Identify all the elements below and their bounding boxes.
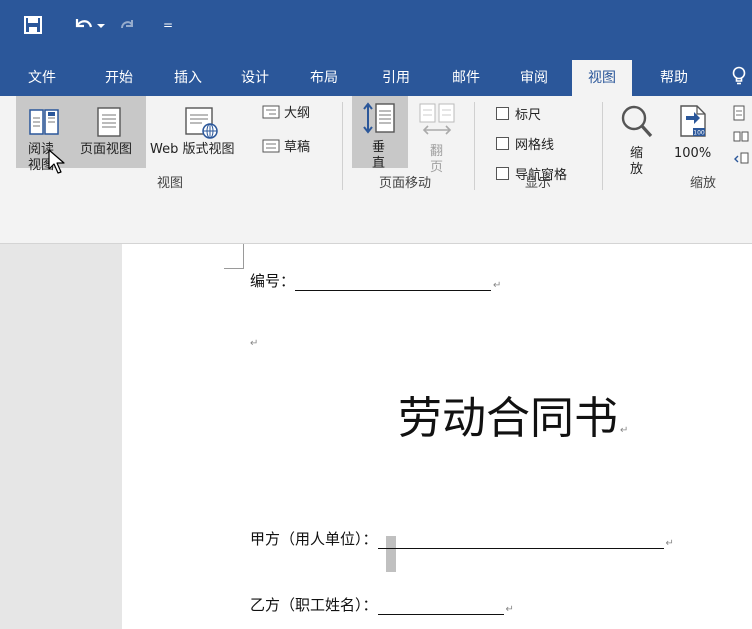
- tab-file[interactable]: 文件: [20, 60, 64, 96]
- lightbulb-icon[interactable]: [730, 66, 750, 86]
- gridlines-checkbox[interactable]: 网格线: [496, 134, 554, 153]
- zoom-button[interactable]: 缩 放: [612, 100, 662, 177]
- web-layout-icon: [185, 107, 218, 139]
- side-to-side-icon: [419, 103, 455, 135]
- zoom-label-2: 放: [630, 162, 644, 177]
- title-text: 劳动合同书: [398, 393, 618, 444]
- group-separator: [602, 102, 603, 190]
- tab-insert[interactable]: 插入: [164, 60, 212, 96]
- paragraph-mark: ↵: [665, 538, 674, 549]
- gridlines-label: 网格线: [515, 138, 555, 153]
- web-layout-label: Web 版式视图: [150, 142, 235, 157]
- tab-help[interactable]: 帮助: [648, 60, 700, 96]
- outline-label: 大纲: [284, 106, 311, 121]
- zoom-label-1: 缩: [630, 146, 644, 161]
- vertical-scroll-icon: [363, 102, 395, 134]
- ribbon-tabs: 文件 开始 插入 设计 布局 引用 邮件 审阅 视图 帮助: [0, 52, 752, 96]
- margin-corner-mark: [224, 268, 244, 269]
- vertical-button[interactable]: 垂 直: [352, 96, 408, 171]
- page-icon: [97, 107, 121, 137]
- outline-button[interactable]: 大纲: [262, 102, 310, 121]
- tab-home[interactable]: 开始: [94, 60, 144, 96]
- svg-text:100: 100: [693, 130, 705, 137]
- redo-icon[interactable]: [116, 14, 138, 36]
- show-group-label: 显示: [525, 176, 552, 191]
- quick-access-toolbar: =: [0, 0, 752, 52]
- party-b-blank[interactable]: [377, 597, 504, 615]
- party-a-blank[interactable]: [377, 531, 664, 549]
- draft-label: 草稿: [284, 140, 311, 155]
- tab-references[interactable]: 引用: [372, 60, 420, 96]
- side-label-2: 页: [430, 160, 444, 175]
- tab-design[interactable]: 设计: [232, 60, 278, 96]
- party-a-label: 甲方（用人单位）：: [250, 530, 378, 548]
- empty-paragraph: ↵: [248, 338, 258, 349]
- multiple-pages-icon: [733, 105, 749, 164]
- ruler-label: 标尺: [515, 108, 542, 123]
- party-b-label: 乙方（职工姓名）：: [250, 596, 378, 614]
- undo-icon[interactable]: [72, 14, 106, 36]
- draft-icon: [262, 139, 280, 152]
- print-layout-button[interactable]: 页面视图: [76, 100, 146, 172]
- customize-qat-icon[interactable]: =: [160, 14, 176, 36]
- number-blank[interactable]: [295, 273, 492, 291]
- document-title[interactable]: 劳动合同书 ↵: [398, 382, 628, 446]
- checkbox-box[interactable]: [496, 107, 509, 120]
- number-label: 编号：: [250, 272, 296, 290]
- party-a-line[interactable]: 甲方（用人单位）： ↵: [250, 528, 674, 549]
- hundred-percent-button[interactable]: 100 100%: [668, 100, 716, 172]
- magnifier-icon: [621, 105, 653, 138]
- document-margin: [0, 244, 122, 629]
- save-icon[interactable]: [22, 14, 44, 36]
- paragraph-mark: ↵: [493, 280, 502, 291]
- vertical-label-1: 垂: [372, 140, 386, 155]
- tab-layout[interactable]: 布局: [300, 60, 348, 96]
- tab-mailings[interactable]: 邮件: [442, 60, 490, 96]
- group-separator: [342, 102, 343, 190]
- vertical-label-2: 直: [372, 156, 386, 171]
- views-group-label: 视图: [157, 176, 184, 191]
- checkbox-box[interactable]: [496, 137, 509, 150]
- hundred-percent-icon: 100: [680, 105, 706, 137]
- side-to-side-button: 翻 页: [412, 100, 464, 175]
- margin-corner-mark: [243, 244, 244, 268]
- paragraph-mark: ↵: [250, 338, 259, 349]
- hundred-percent-label: 100%: [674, 146, 712, 161]
- book-icon: [29, 109, 59, 135]
- mouse-pointer-icon: [48, 149, 65, 174]
- ruler-checkbox[interactable]: 标尺: [496, 104, 541, 123]
- group-separator: [474, 102, 475, 190]
- checkbox-box[interactable]: [496, 167, 509, 180]
- zoom-extra-buttons[interactable]: [722, 100, 752, 172]
- print-layout-label: 页面视图: [80, 142, 133, 157]
- web-layout-button[interactable]: Web 版式视图: [148, 100, 256, 172]
- paragraph-mark: ↵: [505, 604, 514, 615]
- ribbon-view: 阅读 视图 页面视图 Web 版式视图 大纲 草稿 视图 垂 直 翻 页 页面移…: [0, 96, 752, 244]
- paragraph-mark: ↵: [620, 425, 629, 436]
- tab-review[interactable]: 审阅: [510, 60, 558, 96]
- number-line[interactable]: 编号： ↵: [250, 270, 501, 291]
- zoom-group-label: 缩放: [690, 176, 717, 191]
- tab-view[interactable]: 视图: [572, 60, 632, 96]
- side-label-1: 翻: [430, 144, 444, 159]
- draft-button[interactable]: 草稿: [262, 136, 310, 155]
- outline-icon: [262, 105, 280, 118]
- page-movement-group-label: 页面移动: [379, 176, 432, 191]
- party-b-line[interactable]: 乙方（职工姓名）： ↵: [250, 594, 514, 615]
